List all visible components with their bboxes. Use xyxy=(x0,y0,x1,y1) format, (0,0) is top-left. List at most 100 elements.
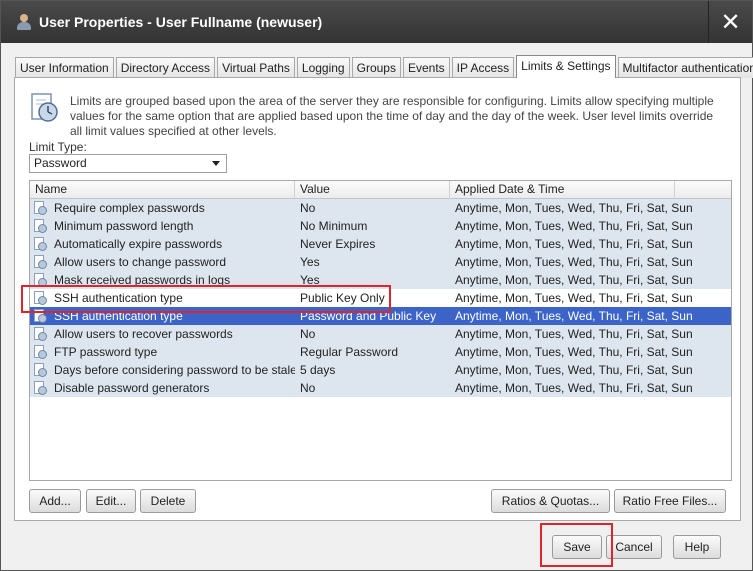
limit-item-icon xyxy=(33,309,47,323)
row-name-cell: Allow users to recover passwords xyxy=(30,325,295,343)
row-name-text: Minimum password length xyxy=(54,219,194,233)
limit-item-icon xyxy=(33,237,47,251)
row-value-cell: 5 days xyxy=(300,363,336,377)
limit-item-icon xyxy=(33,255,47,269)
row-value-cell: No xyxy=(300,381,316,395)
row-name-text: Disable password generators xyxy=(54,381,210,395)
row-applied-date-cell: Anytime, Mon, Tues, Wed, Thu, Fri, Sat, … xyxy=(455,363,693,377)
limit-item-icon xyxy=(33,291,47,305)
limit-type-select[interactable]: Password xyxy=(29,154,227,173)
edit-button[interactable]: Edit... xyxy=(86,489,136,513)
column-header-applied[interactable]: Applied Date & Time xyxy=(450,181,675,199)
tab-ip-access[interactable]: IP Access xyxy=(451,57,515,78)
limit-item-icon xyxy=(33,345,47,359)
column-header-value[interactable]: Value xyxy=(295,181,450,199)
row-name-text: Automatically expire passwords xyxy=(54,237,223,251)
row-value-cell: No xyxy=(300,327,316,341)
table-row[interactable]: FTP password type Regular Password Anytime… xyxy=(30,343,731,361)
chevron-down-icon[interactable] xyxy=(212,161,220,166)
row-applied-date-cell: Anytime, Mon, Tues, Wed, Thu, Fri, Sat, … xyxy=(455,255,693,269)
row-applied-date-cell: Anytime, Mon, Tues, Wed, Thu, Fri, Sat, … xyxy=(455,381,693,395)
table-row[interactable]: Mask received passwords in logs Yes Anytim… xyxy=(30,271,731,289)
cancel-button[interactable]: Cancel xyxy=(606,535,662,559)
tab-strip: User Information Directory Access Virtual … xyxy=(15,55,753,78)
table-row[interactable]: Allow users to recover passwords No Anytim… xyxy=(30,325,731,343)
row-applied-date-cell: Anytime, Mon, Tues, Wed, Thu, Fri, Sat, … xyxy=(455,273,693,287)
row-name-text: Days before considering password to be s… xyxy=(54,363,295,377)
row-applied-date-cell: Anytime, Mon, Tues, Wed, Thu, Fri, Sat, … xyxy=(455,309,693,323)
row-name-cell: Disable password generators xyxy=(30,379,295,397)
row-name-cell: SSH authentication type xyxy=(30,289,295,307)
grid-header: Name Value Applied Date & Time xyxy=(30,181,731,199)
row-name-text: Require complex passwords xyxy=(54,201,205,215)
limit-item-icon xyxy=(33,273,47,287)
limit-item-icon xyxy=(33,327,47,341)
row-name-cell: Require complex passwords xyxy=(30,199,295,217)
tab-virtual-paths[interactable]: Virtual Paths xyxy=(217,57,295,78)
info-text: Limits are grouped based upon the area o… xyxy=(70,94,714,138)
user-icon xyxy=(17,13,31,31)
add-button[interactable]: Add... xyxy=(29,489,81,513)
help-button[interactable]: Help xyxy=(673,535,721,559)
row-name-text: Allow users to recover passwords xyxy=(54,327,233,341)
table-row[interactable]: Disable password generators No Anytime, Mo… xyxy=(30,379,731,397)
tab-directory-access[interactable]: Directory Access xyxy=(115,57,216,78)
row-value-cell: Public Key Only xyxy=(300,291,385,305)
limits-settings-panel: Limits are grouped based upon the area o… xyxy=(14,77,741,521)
limit-item-icon xyxy=(33,381,47,395)
column-header-extra xyxy=(675,181,731,199)
row-name-text: SSH authentication type xyxy=(54,309,183,323)
row-name-cell: Mask received passwords in logs xyxy=(30,271,295,289)
row-value-cell: Password and Public Key xyxy=(300,309,437,323)
row-applied-date-cell: Anytime, Mon, Tues, Wed, Thu, Fri, Sat, … xyxy=(455,237,693,251)
save-button[interactable]: Save xyxy=(552,535,602,559)
ratio-free-files-button[interactable]: Ratio Free Files... xyxy=(614,489,726,513)
row-name-cell: Minimum password length xyxy=(30,217,295,235)
row-name-cell: Days before considering password to be s… xyxy=(30,361,295,379)
limit-type-label: Limit Type: xyxy=(29,140,87,154)
tab-user-information[interactable]: User Information xyxy=(15,57,114,78)
tab-multifactor-authentication[interactable]: Multifactor authentication xyxy=(617,57,753,78)
table-row[interactable]: Require complex passwords No Anytime, Mon,… xyxy=(30,199,731,217)
limit-type-value: Password xyxy=(34,156,87,170)
tab-events[interactable]: Events xyxy=(402,57,450,78)
row-value-cell: No Minimum xyxy=(300,219,368,233)
ratios-quotas-button[interactable]: Ratios & Quotas... xyxy=(491,489,610,513)
title-bar[interactable]: User Properties - User Fullname (newuser… xyxy=(1,1,752,43)
close-button[interactable]: ✕ xyxy=(708,1,752,43)
row-value-cell: Never Expires xyxy=(300,237,376,251)
row-name-text: FTP password type xyxy=(54,345,158,359)
row-name-text: Mask received passwords in logs xyxy=(54,273,231,287)
tab-limits-settings[interactable]: Limits & Settings xyxy=(516,55,616,78)
tab-groups[interactable]: Groups xyxy=(351,57,401,78)
row-value-cell: No xyxy=(300,201,316,215)
table-row[interactable]: Minimum password length No Minimum Anytime… xyxy=(30,217,731,235)
limit-item-icon xyxy=(33,219,47,233)
row-applied-date-cell: Anytime, Mon, Tues, Wed, Thu, Fri, Sat, … xyxy=(455,219,693,233)
row-name-cell: FTP password type xyxy=(30,343,295,361)
limit-item-icon xyxy=(33,363,47,377)
table-row[interactable]: Allow users to change password Yes Anytime… xyxy=(30,253,731,271)
tab-logging[interactable]: Logging xyxy=(296,57,350,78)
limit-item-icon xyxy=(33,201,47,215)
clock-page-icon xyxy=(31,93,58,122)
limits-grid[interactable]: Name Value Applied Date & Time Require c… xyxy=(29,180,732,481)
column-header-name[interactable]: Name xyxy=(30,181,295,199)
row-applied-date-cell: Anytime, Mon, Tues, Wed, Thu, Fri, Sat, … xyxy=(455,291,693,305)
row-applied-date-cell: Anytime, Mon, Tues, Wed, Thu, Fri, Sat, … xyxy=(455,201,693,215)
row-value-cell: Regular Password xyxy=(300,345,399,359)
table-row[interactable]: SSH authentication type Public Key Only An… xyxy=(30,289,731,307)
user-properties-dialog: User Properties - User Fullname (newuser… xyxy=(0,0,753,571)
row-value-cell: Yes xyxy=(300,273,320,287)
table-row[interactable]: SSH authentication type Password and Publ… xyxy=(30,307,731,325)
row-name-cell: SSH authentication type xyxy=(30,307,295,325)
delete-button[interactable]: Delete xyxy=(140,489,196,513)
row-name-text: Allow users to change password xyxy=(54,255,227,269)
table-row[interactable]: Automatically expire passwords Never Expi… xyxy=(30,235,731,253)
row-name-cell: Automatically expire passwords xyxy=(30,235,295,253)
row-name-cell: Allow users to change password xyxy=(30,253,295,271)
row-applied-date-cell: Anytime, Mon, Tues, Wed, Thu, Fri, Sat, … xyxy=(455,327,693,341)
row-value-cell: Yes xyxy=(300,255,320,269)
window-title: User Properties - User Fullname (newuser… xyxy=(39,14,323,30)
table-row[interactable]: Days before considering password to be s… xyxy=(30,361,731,379)
